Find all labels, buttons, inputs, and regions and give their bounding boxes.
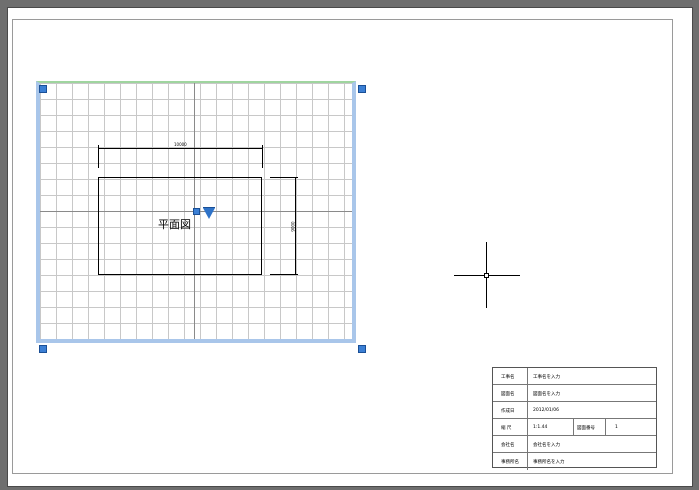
title-block-label: 縮 尺: [501, 426, 512, 431]
title-block-value: 工事名を入力: [533, 375, 560, 380]
down-triangle-icon[interactable]: [203, 208, 215, 219]
dimension-width-text: 10000: [174, 142, 187, 147]
title-block-row: 縮 尺 1:1.44 図面番号 1: [493, 419, 656, 436]
dimension-extension-top: [270, 177, 298, 178]
title-block-label: 図面名: [501, 392, 515, 397]
title-block-row: 会社名 会社名を入力: [493, 436, 656, 453]
title-block-value: 事務所名を入力: [533, 460, 565, 465]
title-block-extra-label: 図面番号: [577, 426, 595, 431]
viewport-grip-top-right[interactable]: [358, 85, 366, 93]
viewport-grip-bottom-left[interactable]: [39, 345, 47, 353]
dimension-line-horizontal: [98, 148, 262, 149]
title-block-row: 作成日 2012/01/06: [493, 402, 656, 419]
title-block-label: 作成日: [501, 409, 515, 414]
room-label[interactable]: 平面図: [158, 216, 191, 232]
label-grip-icon[interactable]: [193, 208, 200, 215]
viewport-grip-top-left[interactable]: [39, 85, 47, 93]
dimension-extension-right: [262, 145, 263, 168]
title-block-value: 図面名を入力: [533, 392, 560, 397]
viewport-grip-bottom-right[interactable]: [358, 345, 366, 353]
title-block-value: 1:1.44: [533, 425, 548, 430]
dimension-extension-left: [98, 145, 99, 168]
title-block-label: 会社名: [501, 443, 515, 448]
title-block: 工事名 工事名を入力 図面名 図面名を入力 作成日 2012/01/06 縮 尺…: [492, 367, 657, 470]
title-block-row: 工事名 工事名を入力: [493, 368, 656, 385]
title-block-label: 事務所名: [501, 460, 519, 465]
title-block-value: 会社名を入力: [533, 443, 560, 448]
dimension-extension-bottom: [270, 274, 298, 275]
title-block-row: 図面名 図面名を入力: [493, 385, 656, 402]
title-block-label: 工事名: [501, 375, 515, 380]
crosshair-pickbox: [484, 273, 489, 278]
dimension-height-text: 9000: [290, 221, 296, 232]
title-block-extra-value: 1: [615, 425, 618, 430]
title-block-row: 事務所名 事務所名を入力: [493, 453, 656, 470]
title-block-value: 2012/01/06: [533, 408, 559, 413]
